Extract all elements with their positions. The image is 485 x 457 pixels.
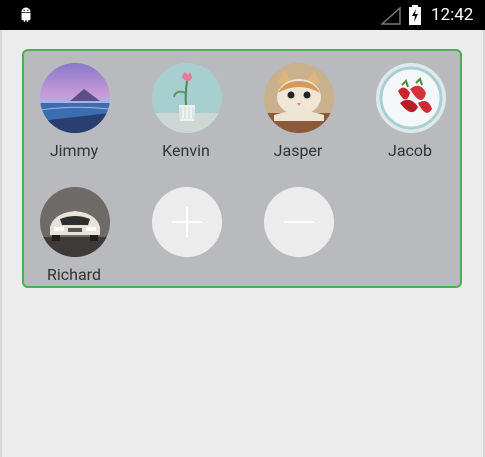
member-cell-jimmy[interactable]: Jimmy [24,51,124,171]
member-name: Kenvin [162,141,210,160]
avatar-kenvin[interactable] [152,63,222,133]
avatar-richard[interactable] [40,187,110,257]
status-bar: 12:42 [0,0,485,30]
add-member-button[interactable] [152,187,222,257]
clock: 12:42 [431,5,474,25]
remove-member-button[interactable] [264,187,334,257]
member-name: Jasper [273,141,323,160]
members-grid: Jimmy Kenvin Jasper Jacob Richard [22,49,462,288]
member-name: Jimmy [49,141,99,160]
member-cell-kenvin[interactable]: Kenvin [136,51,236,171]
member-cell-jacob[interactable]: Jacob [360,51,460,171]
avatar-jacob[interactable] [376,63,446,133]
android-notification-icon [21,7,31,22]
avatar-jasper[interactable] [264,63,334,133]
battery-charging-icon [409,5,421,25]
minus-icon [284,221,314,223]
plus-icon [172,207,202,237]
signal-icon [381,7,401,25]
member-name: Jacob [387,141,432,160]
member-cell-richard[interactable]: Richard [24,175,124,295]
left-edge [0,30,2,457]
member-name: Richard [47,265,101,284]
avatar-jimmy[interactable] [40,63,110,133]
member-cell-jasper[interactable]: Jasper [248,51,348,171]
